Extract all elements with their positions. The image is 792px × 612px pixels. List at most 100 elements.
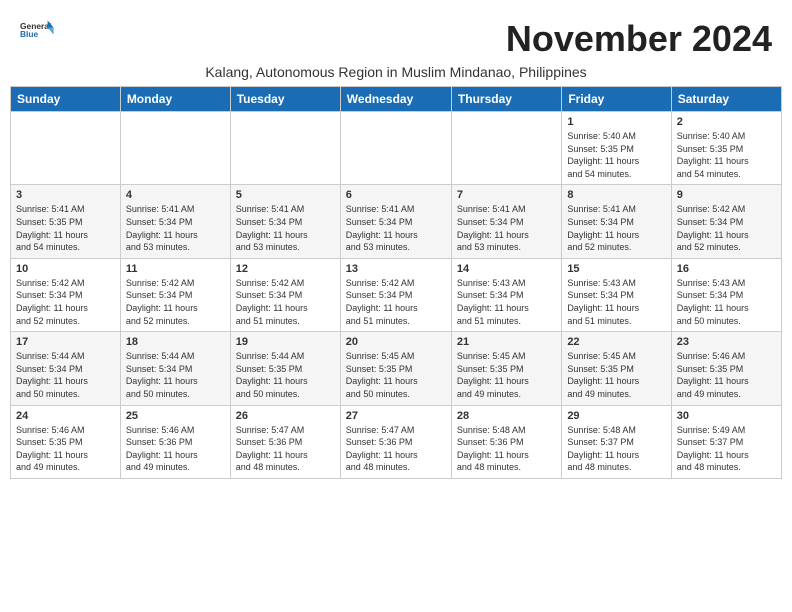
calendar-cell: 8 Sunrise: 5:41 AM Sunset: 5:34 PM Daylig… [562, 185, 671, 258]
calendar-cell: 15 Sunrise: 5:43 AM Sunset: 5:34 PM Dayli… [562, 258, 671, 331]
day-number: 16 [677, 263, 776, 275]
calendar-cell: 20 Sunrise: 5:45 AM Sunset: 5:35 PM Dayli… [340, 332, 451, 405]
day-number: 29 [567, 410, 665, 422]
calendar-cell: 28Sunrise: 5:48 AM Sunset: 5:36 PM Dayli… [451, 405, 561, 478]
calendar-cell: 26Sunrise: 5:47 AM Sunset: 5:36 PM Dayli… [230, 405, 340, 478]
day-number: 20 [346, 336, 446, 348]
day-info: Sunrise: 5:41 AM Sunset: 5:35 PM Dayligh… [16, 203, 115, 253]
day-number: 11 [126, 263, 225, 275]
day-info: Sunrise: 5:45 AM Sunset: 5:35 PM Dayligh… [567, 350, 665, 400]
day-number: 22 [567, 336, 665, 348]
col-header-thursday: Thursday [451, 87, 561, 112]
calendar-cell: 3 Sunrise: 5:41 AM Sunset: 5:35 PM Daylig… [11, 185, 121, 258]
day-info: Sunrise: 5:42 AM Sunset: 5:34 PM Dayligh… [126, 277, 225, 327]
col-header-saturday: Saturday [671, 87, 781, 112]
calendar-week-2: 3 Sunrise: 5:41 AM Sunset: 5:35 PM Daylig… [11, 185, 782, 258]
day-number: 1 [567, 116, 665, 128]
day-info: Sunrise: 5:44 AM Sunset: 5:34 PM Dayligh… [16, 350, 115, 400]
day-number: 8 [567, 189, 665, 201]
day-number: 14 [457, 263, 556, 275]
day-info: Sunrise: 5:43 AM Sunset: 5:34 PM Dayligh… [677, 277, 776, 327]
calendar-cell: 10 Sunrise: 5:42 AM Sunset: 5:34 PM Dayli… [11, 258, 121, 331]
month-title: November 2024 [506, 18, 772, 60]
col-header-monday: Monday [120, 87, 230, 112]
calendar-cell [340, 112, 451, 185]
calendar-cell: 22 Sunrise: 5:45 AM Sunset: 5:35 PM Dayli… [562, 332, 671, 405]
page-header: General Blue November 2024 [10, 10, 782, 64]
day-number: 10 [16, 263, 115, 275]
day-number: 26 [236, 410, 335, 422]
calendar-cell: 4 Sunrise: 5:41 AM Sunset: 5:34 PM Daylig… [120, 185, 230, 258]
calendar-cell: 1 Sunrise: 5:40 AM Sunset: 5:35 PM Daylig… [562, 112, 671, 185]
calendar-cell: 11 Sunrise: 5:42 AM Sunset: 5:34 PM Dayli… [120, 258, 230, 331]
day-info: Sunrise: 5:45 AM Sunset: 5:35 PM Dayligh… [346, 350, 446, 400]
calendar-cell: 5 Sunrise: 5:41 AM Sunset: 5:34 PM Daylig… [230, 185, 340, 258]
calendar-table: SundayMondayTuesdayWednesdayThursdayFrid… [10, 86, 782, 479]
calendar-week-1: 1 Sunrise: 5:40 AM Sunset: 5:35 PM Daylig… [11, 112, 782, 185]
calendar-cell: 13 Sunrise: 5:42 AM Sunset: 5:34 PM Dayli… [340, 258, 451, 331]
calendar-cell: 21Sunrise: 5:45 AM Sunset: 5:35 PM Dayli… [451, 332, 561, 405]
day-number: 4 [126, 189, 225, 201]
calendar-cell: 12 Sunrise: 5:42 AM Sunset: 5:34 PM Dayli… [230, 258, 340, 331]
day-info: Sunrise: 5:42 AM Sunset: 5:34 PM Dayligh… [236, 277, 335, 327]
day-info: Sunrise: 5:43 AM Sunset: 5:34 PM Dayligh… [457, 277, 556, 327]
day-number: 9 [677, 189, 776, 201]
day-number: 6 [346, 189, 446, 201]
day-info: Sunrise: 5:42 AM Sunset: 5:34 PM Dayligh… [16, 277, 115, 327]
day-info: Sunrise: 5:40 AM Sunset: 5:35 PM Dayligh… [567, 130, 665, 180]
calendar-cell: 27 Sunrise: 5:47 AM Sunset: 5:36 PM Dayli… [340, 405, 451, 478]
day-info: Sunrise: 5:42 AM Sunset: 5:34 PM Dayligh… [677, 203, 776, 253]
day-number: 19 [236, 336, 335, 348]
day-number: 18 [126, 336, 225, 348]
day-number: 27 [346, 410, 446, 422]
calendar-cell: 16 Sunrise: 5:43 AM Sunset: 5:34 PM Dayli… [671, 258, 781, 331]
day-number: 5 [236, 189, 335, 201]
calendar-header-row: SundayMondayTuesdayWednesdayThursdayFrid… [11, 87, 782, 112]
calendar-cell: 30 Sunrise: 5:49 AM Sunset: 5:37 PM Dayli… [671, 405, 781, 478]
day-info: Sunrise: 5:41 AM Sunset: 5:34 PM Dayligh… [126, 203, 225, 253]
col-header-friday: Friday [562, 87, 671, 112]
day-number: 17 [16, 336, 115, 348]
day-number: 25 [126, 410, 225, 422]
calendar-cell: 9 Sunrise: 5:42 AM Sunset: 5:34 PM Daylig… [671, 185, 781, 258]
calendar-week-5: 24 Sunrise: 5:46 AM Sunset: 5:35 PM Dayli… [11, 405, 782, 478]
day-number: 7 [457, 189, 556, 201]
day-info: Sunrise: 5:41 AM Sunset: 5:34 PM Dayligh… [346, 203, 446, 253]
day-info: Sunrise: 5:43 AM Sunset: 5:34 PM Dayligh… [567, 277, 665, 327]
calendar-cell: 24 Sunrise: 5:46 AM Sunset: 5:35 PM Dayli… [11, 405, 121, 478]
calendar-week-3: 10 Sunrise: 5:42 AM Sunset: 5:34 PM Dayli… [11, 258, 782, 331]
day-number: 28 [457, 410, 556, 422]
day-number: 3 [16, 189, 115, 201]
day-info: Sunrise: 5:41 AM Sunset: 5:34 PM Dayligh… [236, 203, 335, 253]
day-info: Sunrise: 5:49 AM Sunset: 5:37 PM Dayligh… [677, 424, 776, 474]
day-info: Sunrise: 5:48 AM Sunset: 5:37 PM Dayligh… [567, 424, 665, 474]
logo: General Blue [20, 18, 56, 42]
svg-text:Blue: Blue [20, 29, 39, 39]
calendar-subtitle: Kalang, Autonomous Region in Muslim Mind… [10, 64, 782, 80]
calendar-cell [11, 112, 121, 185]
day-number: 30 [677, 410, 776, 422]
day-info: Sunrise: 5:42 AM Sunset: 5:34 PM Dayligh… [346, 277, 446, 327]
col-header-sunday: Sunday [11, 87, 121, 112]
day-number: 2 [677, 116, 776, 128]
day-info: Sunrise: 5:47 AM Sunset: 5:36 PM Dayligh… [346, 424, 446, 474]
day-info: Sunrise: 5:44 AM Sunset: 5:35 PM Dayligh… [236, 350, 335, 400]
day-number: 12 [236, 263, 335, 275]
calendar-cell: 14 Sunrise: 5:43 AM Sunset: 5:34 PM Dayli… [451, 258, 561, 331]
day-info: Sunrise: 5:46 AM Sunset: 5:36 PM Dayligh… [126, 424, 225, 474]
calendar-cell [230, 112, 340, 185]
day-number: 23 [677, 336, 776, 348]
col-header-tuesday: Tuesday [230, 87, 340, 112]
day-info: Sunrise: 5:46 AM Sunset: 5:35 PM Dayligh… [16, 424, 115, 474]
day-info: Sunrise: 5:45 AM Sunset: 5:35 PM Dayligh… [457, 350, 556, 400]
day-number: 15 [567, 263, 665, 275]
day-info: Sunrise: 5:41 AM Sunset: 5:34 PM Dayligh… [567, 203, 665, 253]
calendar-cell [120, 112, 230, 185]
calendar-cell: 7Sunrise: 5:41 AM Sunset: 5:34 PM Daylig… [451, 185, 561, 258]
day-number: 13 [346, 263, 446, 275]
calendar-cell: 23Sunrise: 5:46 AM Sunset: 5:35 PM Dayli… [671, 332, 781, 405]
calendar-cell: 6 Sunrise: 5:41 AM Sunset: 5:34 PM Daylig… [340, 185, 451, 258]
day-info: Sunrise: 5:40 AM Sunset: 5:35 PM Dayligh… [677, 130, 776, 180]
day-number: 24 [16, 410, 115, 422]
calendar-cell: 25 Sunrise: 5:46 AM Sunset: 5:36 PM Dayli… [120, 405, 230, 478]
